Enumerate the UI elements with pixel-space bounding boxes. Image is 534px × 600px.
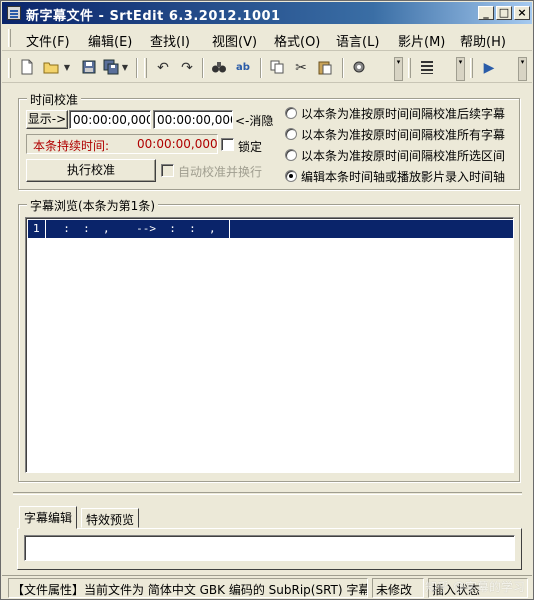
start-time-field[interactable]: 00:00:00,000 [69, 110, 151, 129]
end-time-field[interactable]: 00:00:00,000 [153, 110, 233, 129]
settings-icon[interactable] [350, 59, 368, 77]
menu-format[interactable]: 格式(O) [274, 31, 320, 50]
app-icon[interactable] [7, 6, 21, 20]
cut-icon[interactable]: ✂ [292, 59, 310, 77]
toolbar-overflow-1[interactable]: ▾ [394, 57, 403, 81]
display-button[interactable]: 显示-> [26, 110, 68, 129]
menu-movie[interactable]: 影片(M) [398, 31, 445, 50]
radio-option-2-label: 以本条为准按原时间间隔校准所有字幕 [301, 128, 506, 142]
time-adjust-title: 时间校准 [27, 91, 82, 108]
toolbar-overflow-3[interactable]: ▾ [518, 57, 527, 81]
menu-help[interactable]: 帮助(H) [460, 31, 506, 50]
menubar-grip[interactable] [8, 29, 11, 47]
duration-label: 本条持续时间: [33, 139, 110, 153]
window-title: 新字幕文件 - SrtEdit 6.3.2012.1001 [26, 9, 281, 24]
run-adjust-button[interactable]: 执行校准 [26, 159, 156, 182]
open-folder-icon[interactable] [42, 59, 60, 77]
edit-tabs: 字幕编辑 特效预览 [17, 506, 522, 570]
radio-option-3[interactable] [285, 149, 297, 161]
toolbar-overflow-2[interactable]: ▾ [456, 57, 465, 81]
toolbar-separator [260, 58, 262, 78]
duration-panel: 本条持续时间: 00:00:00,000 [26, 134, 218, 154]
row-timecode: : : , --> : : , [50, 220, 230, 238]
radio-option-4-label: 编辑本条时间轴或播放影片录入时间轴 [301, 170, 506, 184]
save-dropdown-icon[interactable]: ▼ [120, 59, 130, 77]
save-icon[interactable] [80, 59, 98, 77]
save-all-icon[interactable] [102, 59, 120, 77]
toolbar-grip-3[interactable] [408, 58, 411, 78]
list-icon[interactable] [418, 59, 436, 77]
panel-divider[interactable] [13, 492, 522, 495]
play-icon[interactable]: ▶ [480, 59, 498, 77]
table-row[interactable]: 1 : : , --> : : , [28, 220, 513, 238]
tab-effect-preview[interactable]: 特效预览 [81, 508, 140, 528]
menu-language[interactable]: 语言(L) [336, 31, 379, 50]
clear-button[interactable]: <-消隐 [235, 112, 273, 129]
redo-icon[interactable]: ↷ [178, 59, 196, 77]
duration-value: 00:00:00,000 [137, 137, 218, 151]
toolbar-grip-4[interactable] [470, 58, 473, 78]
menu-view[interactable]: 视图(V) [212, 31, 257, 50]
lock-label: 锁定 [238, 140, 263, 154]
replace-icon[interactable]: ab [234, 59, 252, 77]
close-button[interactable]: × [514, 6, 530, 20]
auto-adjust-checkbox[interactable] [161, 164, 174, 177]
tab-panel [17, 528, 522, 570]
radio-option-3-label: 以本条为准按原时间间隔校准所选区间 [301, 149, 506, 163]
maximize-button[interactable]: □ [496, 6, 512, 20]
subtitle-browser-title: 字幕浏览(本条为第1条) [27, 197, 158, 214]
toolbar-separator [342, 58, 344, 78]
find-icon[interactable] [210, 59, 228, 77]
radio-option-1-label: 以本条为准按原时间间隔校准后续字幕 [301, 107, 506, 121]
toolbar-grip-2[interactable] [144, 58, 147, 78]
subtitle-text-input[interactable] [24, 535, 515, 561]
new-file-icon[interactable] [18, 59, 36, 77]
title-bar[interactable]: 新字幕文件 - SrtEdit 6.3.2012.1001 _ □ × [2, 2, 532, 24]
status-file-info: 【文件属性】当前文件为 简体中文 GBK 编码的 SubRip(SRT) 字幕 [8, 578, 368, 598]
lock-checkbox[interactable] [221, 138, 234, 151]
watermark: 知乎 @字幕的学习 [425, 580, 525, 594]
toolbar-separator [202, 58, 204, 78]
open-dropdown-icon[interactable]: ▼ [62, 59, 72, 77]
radio-option-1[interactable] [285, 107, 297, 119]
toolbar: ▼ ▼ ↶ ↷ ab ✂ ▾ ▾ ▶ ▾ [2, 53, 532, 83]
auto-adjust-label: 自动校准并换行 [178, 165, 263, 179]
undo-icon[interactable]: ↶ [154, 59, 172, 77]
radio-option-2[interactable] [285, 128, 297, 140]
menu-bar: 文件(F) 编辑(E) 查找(I) 视图(V) 格式(O) 语言(L) 影片(M… [2, 25, 532, 51]
subtitle-list[interactable]: 1 : : , --> : : , [25, 217, 514, 473]
menu-file[interactable]: 文件(F) [26, 31, 70, 50]
toolbar-grip[interactable] [8, 58, 11, 78]
row-number: 1 [28, 220, 46, 238]
radio-option-4[interactable] [285, 170, 297, 182]
menu-find[interactable]: 查找(I) [150, 31, 190, 50]
toolbar-separator [136, 58, 138, 78]
minimize-button[interactable]: _ [478, 6, 494, 20]
copy-icon[interactable] [268, 59, 286, 77]
tab-subtitle-edit[interactable]: 字幕编辑 [19, 506, 78, 529]
status-modified: 未修改 [372, 578, 424, 598]
main-window: 新字幕文件 - SrtEdit 6.3.2012.1001 _ □ × 文件(F… [0, 0, 534, 600]
menu-edit[interactable]: 编辑(E) [88, 31, 132, 50]
paste-icon[interactable] [316, 59, 334, 77]
